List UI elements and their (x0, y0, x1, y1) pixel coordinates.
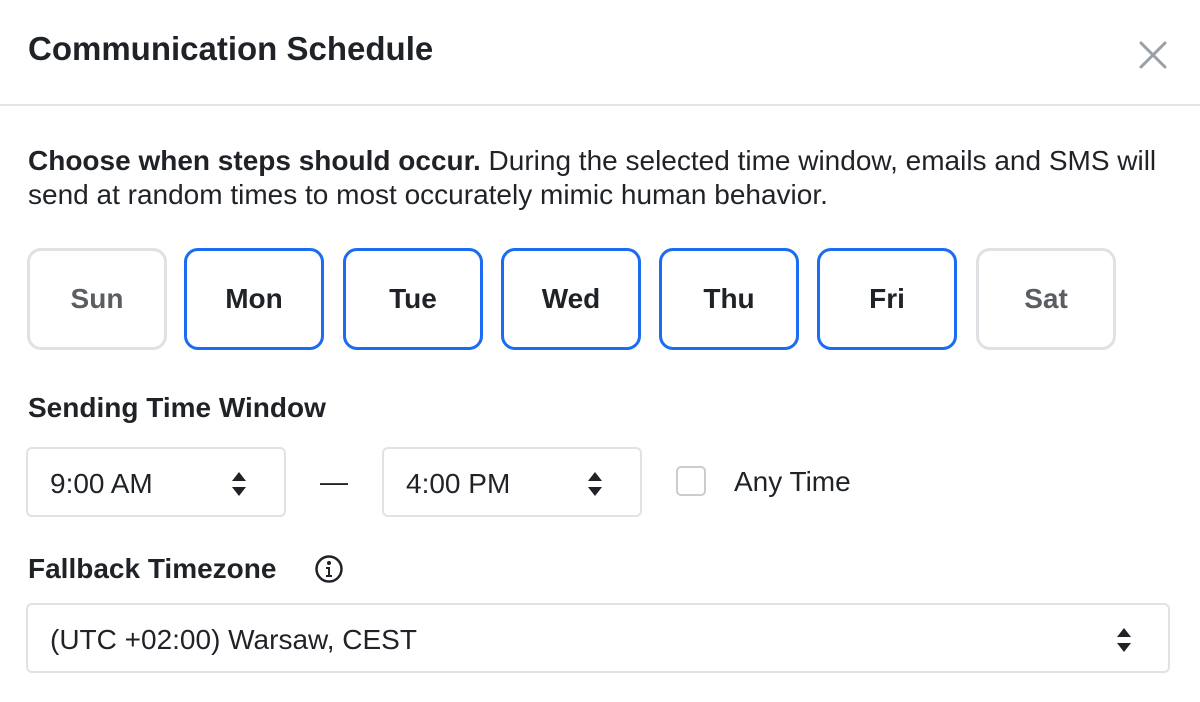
end-time-select[interactable]: 4:00 PM (382, 447, 642, 517)
timezone-select[interactable]: (UTC +02:00) Warsaw, CEST (26, 603, 1170, 673)
modal-header: Communication Schedule (0, 0, 1200, 106)
time-range-separator: — (320, 466, 348, 497)
timezone-value: (UTC +02:00) Warsaw, CEST (50, 624, 417, 655)
any-time-checkbox[interactable] (676, 466, 706, 496)
day-toggle-thu[interactable]: Thu (659, 248, 799, 350)
sort-arrows-icon (1115, 626, 1133, 654)
end-time-value: 4:00 PM (406, 468, 511, 499)
day-toggle-wed[interactable]: Wed (501, 248, 641, 350)
day-toggle-sat[interactable]: Sat (976, 248, 1116, 350)
day-toggle-tue[interactable]: Tue (343, 248, 483, 350)
schedule-description: Choose when steps should occur. During t… (28, 144, 1178, 212)
communication-schedule-modal: Communication Schedule Choose when steps… (0, 0, 1200, 702)
fallback-timezone-label: Fallback Timezone (28, 553, 277, 584)
any-time-label[interactable]: Any Time (734, 466, 851, 498)
sort-arrows-icon (586, 470, 604, 498)
day-toggle-fri[interactable]: Fri (817, 248, 957, 350)
sort-arrows-icon (230, 470, 248, 498)
sending-window-label: Sending Time Window (28, 392, 326, 423)
day-toggle-mon[interactable]: Mon (184, 248, 324, 350)
description-bold: Choose when steps should occur. (28, 145, 481, 176)
info-icon[interactable] (314, 554, 344, 584)
day-toggle-sun[interactable]: Sun (27, 248, 167, 350)
start-time-value: 9:00 AM (50, 468, 153, 499)
close-icon[interactable] (1136, 38, 1170, 72)
modal-title: Communication Schedule (28, 30, 434, 67)
start-time-select[interactable]: 9:00 AM (26, 447, 286, 517)
